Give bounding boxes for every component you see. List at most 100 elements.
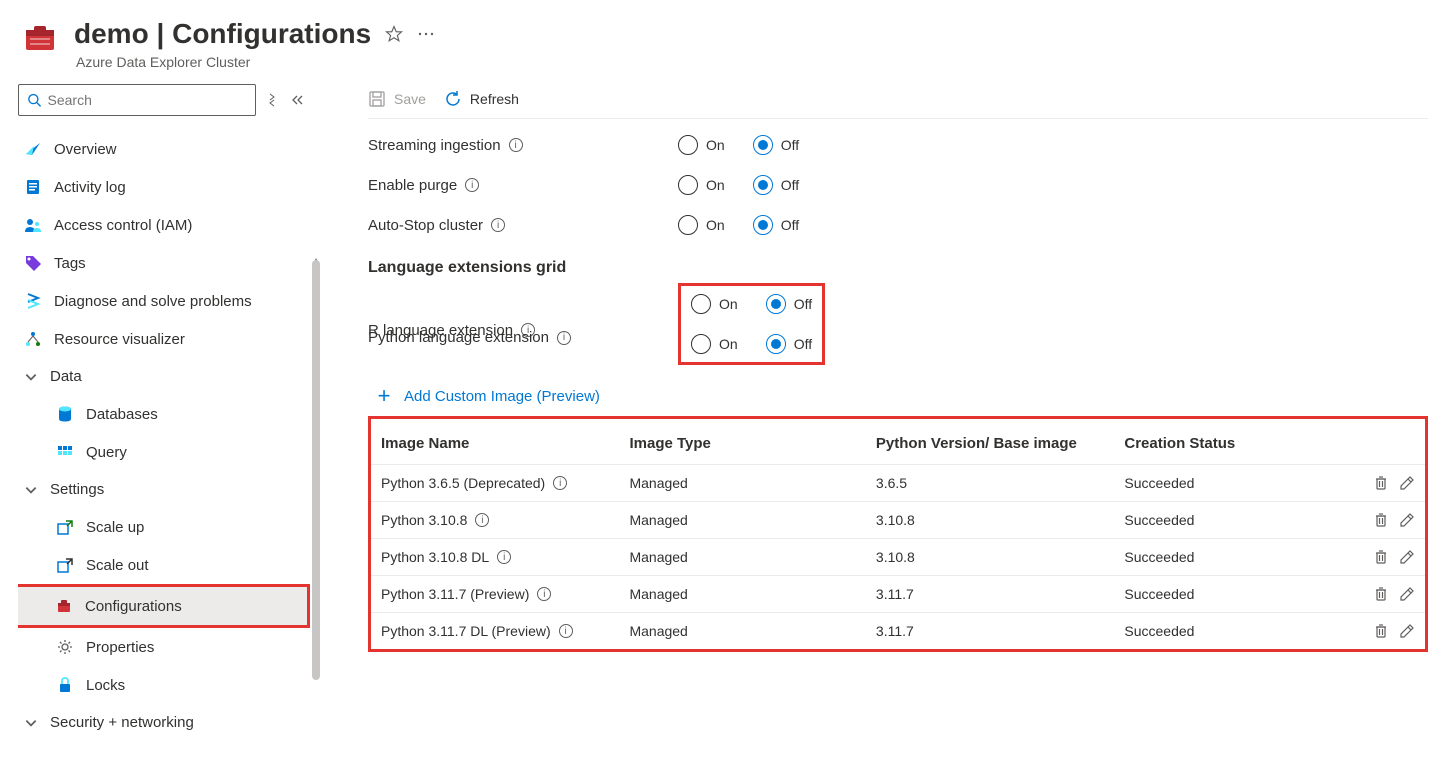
table-row: Python 3.10.8 DLi Managed 3.10.8 Succeed… bbox=[371, 539, 1425, 576]
sidebar-item-activity-log[interactable]: Activity log bbox=[18, 168, 320, 206]
group-label: Data bbox=[50, 368, 82, 385]
image-type: Managed bbox=[619, 465, 865, 502]
info-icon[interactable]: i bbox=[465, 178, 479, 192]
image-type: Managed bbox=[619, 539, 865, 576]
col-python-version[interactable]: Python Version/ Base image bbox=[866, 423, 1114, 465]
table-row: Python 3.11.7 DL (Preview)i Managed 3.11… bbox=[371, 613, 1425, 650]
creation-status: Succeeded bbox=[1114, 576, 1354, 613]
sidebar-item-query[interactable]: Query bbox=[18, 433, 320, 471]
nav: ▲ Overview Activity log bbox=[18, 130, 320, 776]
python-off-radio[interactable]: Off bbox=[766, 334, 812, 354]
creation-status: Succeeded bbox=[1114, 613, 1354, 650]
info-icon[interactable]: i bbox=[557, 331, 571, 345]
autostop-on-radio[interactable]: On bbox=[678, 215, 725, 235]
sidebar-item-scale-out[interactable]: Scale out bbox=[18, 546, 320, 584]
more-icon[interactable] bbox=[417, 31, 435, 37]
group-label: Security + networking bbox=[50, 714, 194, 731]
r-on-radio[interactable]: On bbox=[691, 294, 738, 314]
group-data[interactable]: Data bbox=[18, 358, 320, 395]
sidebar-item-resource-visualizer[interactable]: Resource visualizer bbox=[18, 320, 320, 358]
info-icon[interactable]: i bbox=[553, 476, 567, 490]
scrollbar[interactable] bbox=[312, 260, 320, 680]
python-version: 3.10.8 bbox=[866, 502, 1114, 539]
sidebar-item-locks[interactable]: Locks bbox=[18, 666, 320, 704]
python-version: 3.11.7 bbox=[866, 613, 1114, 650]
edit-icon[interactable] bbox=[1399, 549, 1415, 565]
toolbar: Save Refresh bbox=[368, 84, 1428, 119]
add-custom-image-button[interactable]: + Add Custom Image (Preview) bbox=[374, 386, 1428, 406]
streaming-on-radio[interactable]: On bbox=[678, 135, 725, 155]
diagnose-icon bbox=[24, 292, 42, 310]
main-content: Save Refresh Streaming ingestion i bbox=[320, 78, 1448, 776]
search-input[interactable] bbox=[18, 84, 256, 116]
sidebar-item-properties[interactable]: Properties bbox=[18, 628, 320, 666]
group-settings[interactable]: Settings bbox=[18, 471, 320, 508]
image-name: Python 3.11.7 (Preview) bbox=[381, 586, 529, 602]
properties-icon bbox=[56, 638, 74, 656]
table-row: Python 3.11.7 (Preview)i Managed 3.11.7 … bbox=[371, 576, 1425, 613]
info-icon[interactable]: i bbox=[559, 624, 573, 638]
sidebar-item-databases[interactable]: Databases bbox=[18, 395, 320, 433]
sidebar: ▲ Overview Activity log bbox=[0, 78, 320, 776]
sidebar-item-overview[interactable]: Overview bbox=[18, 130, 320, 168]
sidebar-item-label: Scale up bbox=[86, 519, 144, 536]
info-icon[interactable]: i bbox=[491, 218, 505, 232]
delete-icon[interactable] bbox=[1373, 623, 1389, 639]
header: demo | Configurations Azure Data Explore… bbox=[0, 0, 1448, 78]
activity-log-icon bbox=[24, 178, 42, 196]
sidebar-item-label: Diagnose and solve problems bbox=[54, 293, 252, 310]
sidebar-item-label: Overview bbox=[54, 141, 117, 158]
image-name: Python 3.11.7 DL (Preview) bbox=[381, 623, 551, 639]
sidebar-item-label: Query bbox=[86, 444, 127, 461]
save-button[interactable]: Save bbox=[368, 90, 426, 108]
purge-on-radio[interactable]: On bbox=[678, 175, 725, 195]
edit-icon[interactable] bbox=[1399, 586, 1415, 602]
sidebar-item-access-control[interactable]: Access control (IAM) bbox=[18, 206, 320, 244]
delete-icon[interactable] bbox=[1373, 475, 1389, 491]
col-creation-status[interactable]: Creation Status bbox=[1114, 423, 1354, 465]
info-icon[interactable]: i bbox=[537, 587, 551, 601]
creation-status: Succeeded bbox=[1114, 502, 1354, 539]
sidebar-item-tags[interactable]: Tags bbox=[18, 244, 320, 282]
python-version: 3.6.5 bbox=[866, 465, 1114, 502]
sidebar-item-scale-up[interactable]: Scale up bbox=[18, 508, 320, 546]
locks-icon bbox=[56, 676, 74, 694]
python-extension-label: Python language extension i bbox=[368, 329, 678, 346]
python-on-radio[interactable]: On bbox=[691, 334, 738, 354]
group-security[interactable]: Security + networking bbox=[18, 704, 320, 741]
scale-out-icon bbox=[56, 556, 74, 574]
edit-icon[interactable] bbox=[1399, 623, 1415, 639]
purge-label: Enable purge i bbox=[368, 177, 678, 194]
delete-icon[interactable] bbox=[1373, 512, 1389, 528]
info-icon[interactable]: i bbox=[509, 138, 523, 152]
expand-icon[interactable] bbox=[264, 92, 280, 108]
sidebar-item-label: Configurations bbox=[85, 598, 182, 615]
edit-icon[interactable] bbox=[1399, 512, 1415, 528]
sidebar-item-configurations[interactable]: Configurations bbox=[18, 584, 310, 628]
col-image-name[interactable]: Image Name bbox=[371, 423, 619, 465]
sidebar-item-label: Access control (IAM) bbox=[54, 217, 192, 234]
delete-icon[interactable] bbox=[1373, 586, 1389, 602]
streaming-label: Streaming ingestion i bbox=[368, 137, 678, 154]
info-icon[interactable]: i bbox=[497, 550, 511, 564]
streaming-off-radio[interactable]: Off bbox=[753, 135, 799, 155]
delete-icon[interactable] bbox=[1373, 549, 1389, 565]
purge-off-radio[interactable]: Off bbox=[753, 175, 799, 195]
access-control-icon bbox=[24, 216, 42, 234]
autostop-off-radio[interactable]: Off bbox=[753, 215, 799, 235]
r-off-radio[interactable]: Off bbox=[766, 294, 812, 314]
python-version: 3.10.8 bbox=[866, 539, 1114, 576]
sidebar-item-label: Scale out bbox=[86, 557, 149, 574]
sidebar-item-label: Properties bbox=[86, 639, 154, 656]
creation-status: Succeeded bbox=[1114, 465, 1354, 502]
resource-icon bbox=[20, 18, 60, 58]
add-image-label: Add Custom Image (Preview) bbox=[404, 388, 600, 405]
info-icon[interactable]: i bbox=[475, 513, 489, 527]
col-image-type[interactable]: Image Type bbox=[619, 423, 865, 465]
collapse-icon[interactable] bbox=[288, 92, 304, 108]
refresh-button[interactable]: Refresh bbox=[444, 90, 519, 108]
favorite-icon[interactable] bbox=[385, 25, 403, 43]
sidebar-item-diagnose[interactable]: Diagnose and solve problems bbox=[18, 282, 320, 320]
edit-icon[interactable] bbox=[1399, 475, 1415, 491]
image-name: Python 3.10.8 DL bbox=[381, 549, 489, 565]
